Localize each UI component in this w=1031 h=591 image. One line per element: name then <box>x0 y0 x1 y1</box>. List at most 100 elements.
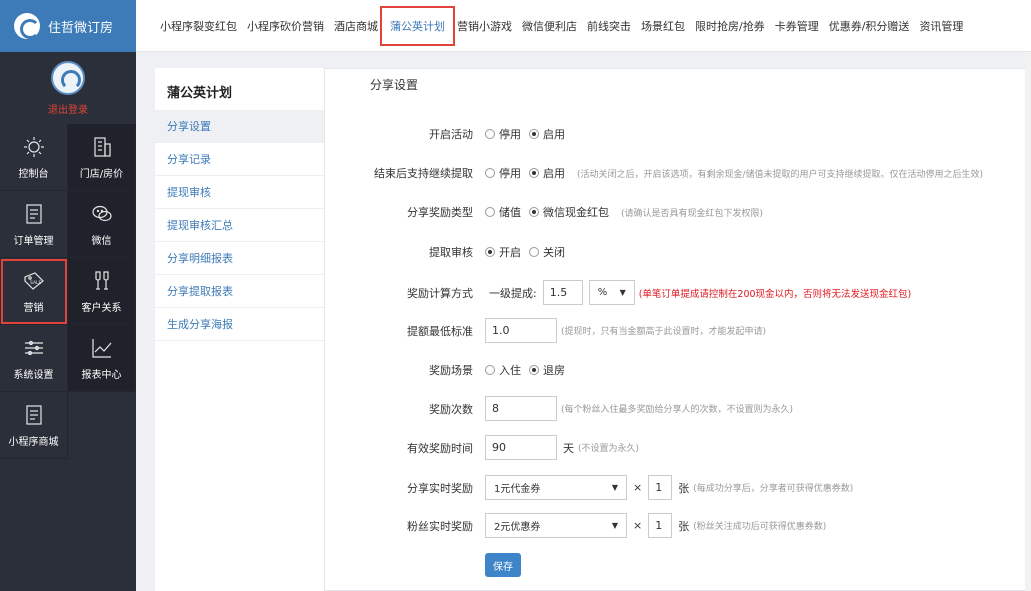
times-sign: × <box>633 519 643 532</box>
sidebar-item-label: 营销 <box>23 302 44 314</box>
sidebar-item-wechat[interactable]: 微信 <box>68 191 136 258</box>
sidebar: 住哲微订房 退出登录 控制台 门店/房价 订单管理 微信 SALE 营销 客户关… <box>0 0 136 591</box>
svg-text:SALE: SALE <box>30 280 42 286</box>
commission-input[interactable]: 1.5 <box>542 280 583 305</box>
sidebar-item-stores[interactable]: 门店/房价 <box>68 124 136 191</box>
radio-dot <box>529 247 539 257</box>
field-hint-warning: (单笔订单提成请控制在200现金以内，否则将无法发送现金红包) <box>638 288 912 300</box>
sidebar-item-reports[interactable]: 报表中心 <box>68 325 136 392</box>
top-menu-item[interactable]: 场景红包 <box>641 14 685 38</box>
row-share-reward: 分享实时奖励 1元代金券 ▼ × 1 张 (每成功分享后，分享者可获得优惠券数) <box>340 475 853 500</box>
subnav-item-share-records[interactable]: 分享记录 <box>155 143 324 176</box>
top-menu-item[interactable]: 微信便利店 <box>522 14 577 38</box>
sidebar-item-mall[interactable]: 小程序商城 <box>0 392 68 459</box>
radio-cash-redpacket[interactable]: 微信现金红包 <box>529 204 609 220</box>
radio-checkout[interactable]: 退房 <box>529 362 565 378</box>
radio-enable[interactable]: 启用 <box>529 165 565 181</box>
radio-label: 启用 <box>543 167 565 180</box>
select-value: 1元代金券 <box>494 484 541 495</box>
top-menu-item[interactable]: 营销小游戏 <box>457 14 512 38</box>
sun-icon <box>23 136 44 157</box>
radio-checkin[interactable]: 入住 <box>485 362 521 378</box>
row-save: 保存 <box>340 553 521 577</box>
subnav-item-withdraw-summary[interactable]: 提现审核汇总 <box>155 209 324 242</box>
scrollbar[interactable] <box>1025 52 1031 591</box>
top-menu-item[interactable]: 前线突击 <box>587 14 631 38</box>
top-menu-item[interactable]: 卡券管理 <box>775 14 819 38</box>
row-reward-type: 分享奖励类型 储值 微信现金红包 (请确认是否具有现金红包下发权限) <box>340 204 763 220</box>
sidebar-item-label: 报表中心 <box>81 369 122 381</box>
sidebar-item-crm[interactable]: 客户关系 <box>68 258 136 325</box>
brand-name: 住哲微订房 <box>48 20 114 36</box>
subnav-item-share-detail-report[interactable]: 分享明细报表 <box>155 242 324 275</box>
row-activity: 开启活动 停用 启用 <box>340 126 573 142</box>
subnav-item-withdraw-audit[interactable]: 提现审核 <box>155 176 324 209</box>
radio-dot <box>485 365 495 375</box>
field-label: 开启活动 <box>429 128 473 141</box>
sidebar-item-orders[interactable]: 订单管理 <box>0 191 68 258</box>
building-icon <box>93 136 111 157</box>
field-label: 提额最低标准 <box>407 324 473 338</box>
top-menu-item[interactable]: 小程序砍价营销 <box>247 14 324 38</box>
subnav-title: 蒲公英计划 <box>167 85 233 101</box>
radio-close[interactable]: 关闭 <box>529 244 565 260</box>
radio-disable[interactable]: 停用 <box>485 126 521 142</box>
sidebar-item-label: 客户关系 <box>81 302 122 314</box>
radio-disable[interactable]: 停用 <box>485 165 521 181</box>
sidebar-item-console[interactable]: 控制台 <box>0 124 68 191</box>
logout-link[interactable]: 退出登录 <box>48 101 88 116</box>
cheers-icon <box>94 270 109 290</box>
avatar[interactable] <box>51 60 85 95</box>
user-block: 退出登录 <box>0 52 136 124</box>
top-menu-item[interactable]: 酒店商城 <box>334 14 378 38</box>
radio-open[interactable]: 开启 <box>485 244 521 260</box>
field-hint: (不设置为永久) <box>578 444 640 454</box>
sale-tag-icon: SALE <box>23 271 44 290</box>
min-withdraw-input[interactable]: 1.0 <box>485 318 557 343</box>
row-reward-calc: 奖励计算方式 一级提成: 1.5 % ▼ (单笔订单提成请控制在200现金以内，否… <box>340 280 911 305</box>
radio-label: 微信现金红包 <box>543 206 609 219</box>
chevron-down-icon: ▼ <box>619 288 626 297</box>
valid-time-input[interactable]: 90 <box>485 435 557 460</box>
radio-label: 退房 <box>543 364 565 377</box>
sidebar-item-label: 控制台 <box>18 168 49 180</box>
subnav-item-generate-poster[interactable]: 生成分享海报 <box>155 308 324 341</box>
sidebar-item-marketing[interactable]: SALE 营销 <box>0 258 68 325</box>
subnav-item-share-settings[interactable]: 分享设置 <box>155 110 324 143</box>
radio-enable[interactable]: 启用 <box>529 126 565 142</box>
document-icon <box>25 404 42 425</box>
radio-dot-selected <box>529 365 539 375</box>
radio-dot <box>485 207 495 217</box>
fan-reward-select[interactable]: 2元优惠券 ▼ <box>485 513 627 538</box>
line-chart-icon <box>91 338 111 358</box>
share-reward-qty-input[interactable]: 1 <box>648 475 673 500</box>
field-label: 奖励计算方式 <box>407 286 473 300</box>
brand-header[interactable]: 住哲微订房 <box>0 0 136 52</box>
select-value: 2元优惠券 <box>494 522 541 533</box>
subnav-item-share-withdraw-report[interactable]: 分享提取报表 <box>155 275 324 308</box>
field-label: 奖励次数 <box>429 402 473 416</box>
unit-select[interactable]: % ▼ <box>588 280 635 305</box>
reward-count-input[interactable]: 8 <box>485 396 557 421</box>
times-sign: × <box>633 481 643 494</box>
row-continue-withdraw: 结束后支持继续提取 停用 启用 (活动关闭之后，开启该选项，有剩余现金/储值未提… <box>340 165 983 181</box>
unit-select-value: % <box>597 287 608 298</box>
top-menu-item[interactable]: 限时抢房/抢券 <box>695 14 765 38</box>
radio-label: 入住 <box>499 364 521 377</box>
save-button[interactable]: 保存 <box>485 553 521 577</box>
field-label: 有效奖励时间 <box>407 441 473 455</box>
fan-reward-qty-input[interactable]: 1 <box>648 513 673 538</box>
row-reward-count: 奖励次数 8 (每个粉丝入住最多奖励给分享人的次数，不设置则为永久) <box>340 396 793 421</box>
field-hint: (每个粉丝入住最多奖励给分享人的次数，不设置则为永久) <box>561 405 794 415</box>
radio-stored-value[interactable]: 储值 <box>485 204 521 220</box>
top-menu-item-active[interactable]: 蒲公英计划 <box>380 5 455 46</box>
top-menu-item[interactable]: 资讯管理 <box>919 14 963 38</box>
top-menu-item[interactable]: 优惠券/积分赠送 <box>829 14 910 38</box>
field-label: 奖励场景 <box>429 364 473 377</box>
sidebar-item-settings[interactable]: 系统设置 <box>0 325 68 392</box>
brand-logo-icon <box>14 13 40 39</box>
field-hint: (每成功分享后，分享者可获得优惠券数) <box>693 484 854 494</box>
top-menu-item[interactable]: 小程序裂变红包 <box>160 14 237 38</box>
share-reward-select[interactable]: 1元代金券 ▼ <box>485 475 627 500</box>
field-hint: (活动关闭之后，开启该选项，有剩余现金/储值未提取的用户可支持继续提取。仅在活动… <box>577 169 984 180</box>
